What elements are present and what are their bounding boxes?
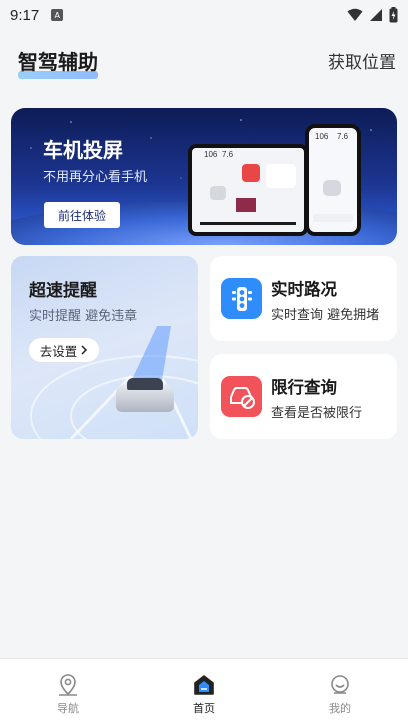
home-icon: [194, 675, 214, 695]
nav-label-navigation: 导航: [57, 702, 79, 715]
restriction-title: 限行查询: [271, 378, 337, 397]
traffic-light-icon: [221, 278, 262, 319]
chevron-right-icon: [81, 345, 88, 355]
screen-dock: [200, 222, 296, 225]
nav-label-home: 首页: [193, 702, 215, 715]
status-time: 9:17: [10, 6, 40, 24]
car-window: [127, 378, 163, 390]
phone-speed: 106: [315, 132, 329, 141]
nav-item-home[interactable]: 首页: [136, 659, 272, 727]
nav-label-profile: 我的: [329, 702, 351, 715]
status-bar: 9:17 A: [0, 0, 408, 30]
page-title-text: 智驾辅助: [18, 49, 98, 74]
screen-card-white: [266, 164, 296, 188]
screen-card-red: [242, 164, 260, 182]
app-header: 智驾辅助 获取位置: [0, 40, 408, 80]
speed-alert-card[interactable]: 超速提醒 实时提醒 避免违章 去设置: [11, 256, 198, 439]
signal-icon: [370, 9, 382, 21]
realtime-traffic-card[interactable]: 实时路况 实时查询 避免拥堵: [210, 256, 397, 341]
phone-value: 7.6: [337, 132, 349, 141]
nav-item-profile[interactable]: 我的: [272, 659, 408, 727]
car-screen-illustration: 106 7.6: [188, 144, 308, 236]
banner-title: 车机投屏: [43, 138, 123, 162]
speed-alert-subtitle: 实时提醒 避免违章: [29, 309, 138, 324]
notification-icon: A: [51, 9, 64, 21]
speed-alert-title: 超速提醒: [29, 281, 97, 301]
car-projection-banner[interactable]: 车机投屏 不用再分心看手机 前往体验 106 7.6 106 7.6: [11, 108, 397, 245]
phone-illustration: 106 7.6: [305, 124, 361, 236]
page-title: 智驾辅助: [18, 46, 98, 79]
screen-media: [236, 198, 256, 212]
realtime-traffic-title: 实时路况: [271, 280, 337, 299]
location-pin-icon: [59, 674, 77, 696]
get-location-button[interactable]: 获取位置: [328, 48, 396, 73]
phone-car: [323, 180, 341, 196]
screen-speed: 106: [204, 150, 218, 159]
wifi-icon: [347, 8, 363, 21]
restriction-subtitle: 查看是否被限行: [271, 406, 363, 421]
go-settings-button[interactable]: 去设置: [29, 338, 99, 362]
banner-subtitle: 不用再分心看手机: [43, 170, 148, 185]
screen-value: 7.6: [222, 150, 234, 159]
screen-car: [210, 186, 226, 200]
battery-icon: [389, 7, 398, 23]
no-car-icon: [221, 376, 262, 417]
profile-icon: [331, 675, 349, 694]
nav-item-navigation[interactable]: 导航: [0, 659, 136, 727]
bottom-nav: 导航 首页 我的: [0, 658, 408, 727]
try-now-button[interactable]: 前往体验: [44, 202, 120, 228]
status-icons: [347, 7, 398, 23]
traffic-restriction-card[interactable]: 限行查询 查看是否被限行: [210, 354, 397, 439]
realtime-traffic-subtitle: 实时查询 避免拥堵: [271, 308, 380, 323]
phone-bar: [313, 214, 353, 222]
go-settings-label: 去设置: [39, 343, 78, 359]
